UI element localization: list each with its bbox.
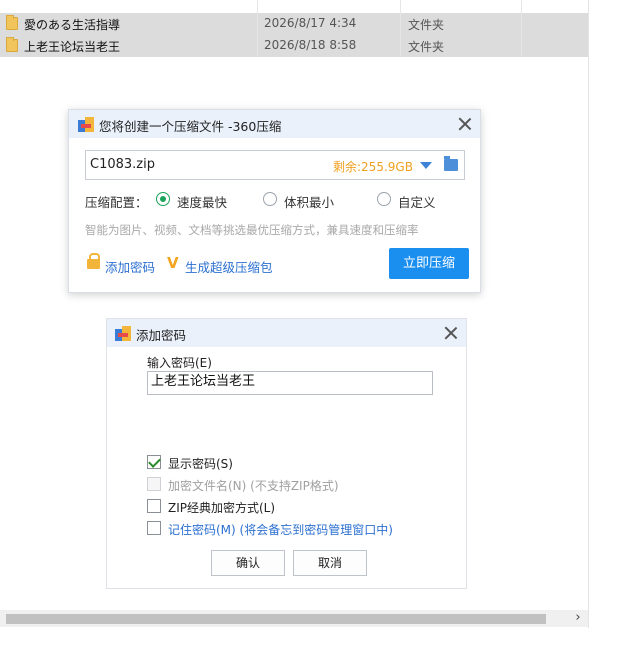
radio-custom-label[interactable]: 自定义: [398, 192, 436, 211]
free-space-label: 剩余:255.9GB: [333, 160, 413, 174]
compress-hint: 智能为图片、视频、文档等挑选最优压缩方式，兼具速度和压缩率: [85, 223, 419, 237]
scroll-right-icon[interactable]: ›: [570, 609, 586, 627]
show-password-label[interactable]: 显示密码(S): [168, 455, 233, 472]
lock-icon: [87, 253, 100, 269]
password-label: 输入密码(E): [147, 356, 212, 370]
file-date: 2026/8/18 8:58: [264, 38, 357, 52]
add-password-link[interactable]: 添加密码: [105, 257, 155, 276]
file-name: 愛のある生活指導: [24, 18, 121, 32]
folder-icon: [6, 15, 18, 30]
file-type: 文件夹: [408, 40, 445, 54]
file-type: 文件夹: [408, 18, 445, 32]
radio-custom[interactable]: [377, 192, 391, 206]
dialog-title-bar[interactable]: 您将创建一个压缩文件 -360压缩: [69, 110, 480, 138]
archive-path-input[interactable]: C1083.zip 剩余:255.9GB: [85, 150, 465, 180]
dialog-title: 添加密码: [136, 328, 187, 343]
close-icon[interactable]: [458, 117, 472, 131]
radio-smallest-label[interactable]: 体积最小: [284, 192, 334, 211]
encrypt-filenames-checkbox: [147, 477, 161, 491]
app-360zip-icon: [78, 117, 94, 132]
ok-button[interactable]: 确认: [211, 550, 285, 576]
archive-filename[interactable]: C1083.zip: [90, 157, 155, 172]
compress-now-button[interactable]: 立即压缩: [389, 248, 469, 279]
column-separator: [521, 0, 522, 56]
dialog-title: 您将创建一个压缩文件 -360压缩: [99, 119, 282, 134]
cancel-button[interactable]: 取消: [293, 550, 367, 576]
super-v-icon: V: [167, 254, 179, 272]
file-name: 上老王论坛当老王: [24, 40, 121, 54]
close-icon[interactable]: [444, 326, 458, 340]
horizontal-scrollbar[interactable]: ›: [0, 610, 588, 627]
pane-edge: [588, 0, 589, 628]
radio-smallest[interactable]: [263, 192, 277, 206]
compress-dialog: 您将创建一个压缩文件 -360压缩 C1083.zip 剩余:255.9GB 压…: [68, 109, 481, 293]
app-360zip-icon: [115, 326, 131, 341]
chevron-down-icon[interactable]: [420, 162, 432, 169]
column-separator: [257, 0, 258, 56]
password-input[interactable]: 上老王论坛当老王: [147, 371, 433, 395]
column-separator: [400, 0, 401, 56]
browse-folder-icon[interactable]: [444, 156, 458, 171]
remember-password-checkbox[interactable]: [147, 521, 161, 535]
config-label: 压缩配置：: [85, 195, 148, 210]
add-password-dialog: 添加密码 输入密码(E) 上老王论坛当老王 显示密码(S) 加密文件名(N) (…: [106, 318, 467, 589]
super-pack-link[interactable]: 生成超级压缩包: [185, 257, 273, 276]
scrollbar-thumb[interactable]: [6, 614, 546, 624]
file-date: 2026/8/17 4:34: [264, 16, 357, 30]
radio-fastest-label[interactable]: 速度最快: [177, 192, 227, 211]
file-row[interactable]: 上老王论坛当老王 2026/8/18 8:58 文件夹: [0, 35, 588, 57]
encrypt-filenames-label: 加密文件名(N) (不支持ZIP格式): [168, 479, 339, 493]
show-password-checkbox[interactable]: [147, 455, 161, 469]
zip-classic-encryption-label[interactable]: ZIP经典加密方式(L): [168, 499, 275, 516]
radio-fastest[interactable]: [156, 192, 170, 206]
dialog-title-bar[interactable]: 添加密码: [107, 319, 466, 347]
file-row[interactable]: 愛のある生活指導 2026/8/17 4:34 文件夹: [0, 13, 588, 35]
zip-classic-encryption-checkbox[interactable]: [147, 499, 161, 513]
folder-icon: [6, 37, 18, 52]
remember-password-label[interactable]: 记住密码(M) (将会备忘到密码管理窗口中): [168, 521, 393, 538]
